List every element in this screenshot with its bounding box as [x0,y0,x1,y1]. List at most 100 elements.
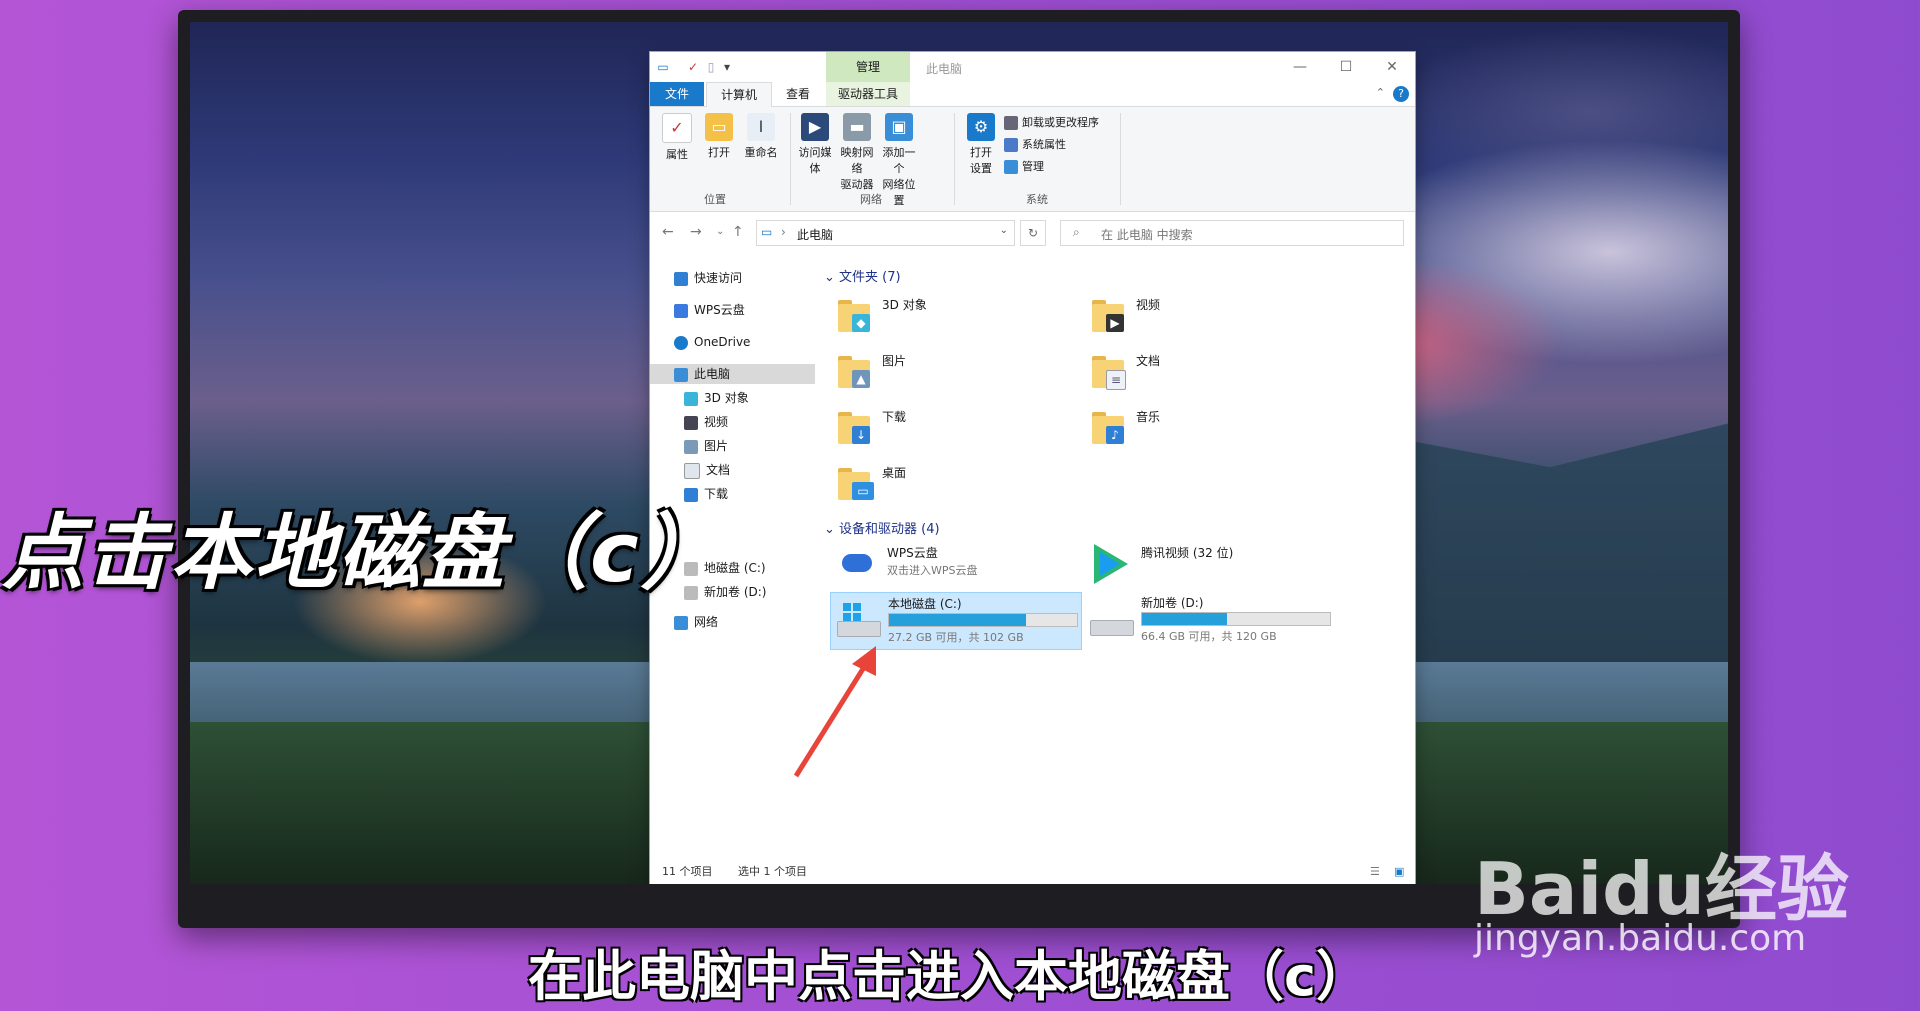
nav-item-wps-cloud[interactable]: WPS云盘 [674,300,745,320]
nav-item-this-pc[interactable]: 此电脑 [650,364,815,384]
open-settings-button[interactable]: ⚙ 打开 设置 [960,111,1002,177]
folder-label: 3D 对象 [882,298,927,312]
content-pane: ⌄ 文件夹 (7) ◆ 3D 对象 ▶ 视频 ▲ 图片 ≡ 文档 ↓ 下载 ♪ … [820,262,1415,852]
folder-label: 音乐 [1136,410,1161,424]
folder-documents[interactable]: ≡ 文档 [1084,348,1274,392]
folder-pictures[interactable]: ▲ 图片 [830,348,1020,392]
system-properties-button[interactable]: 系统属性 [1004,135,1066,155]
up-icon[interactable]: ↑ [732,224,744,240]
picture-folder-icon: ▲ [834,350,874,390]
folder-3d-objects[interactable]: ◆ 3D 对象 [830,292,1020,336]
download-folder-icon: ↓ [834,406,874,446]
nav-item-onedrive[interactable]: OneDrive [674,332,750,352]
map-network-drive-button[interactable]: ▬ 映射网络 驱动器 [836,111,878,193]
video-title-overlay: 点击本地磁盘（c） [2,506,725,601]
tencent-video-icon [1090,542,1134,584]
collapse-ribbon-icon[interactable]: ⌃ [1376,86,1385,99]
nav-label: 此电脑 [694,367,731,381]
desktop-folder-icon: ▭ [834,462,874,502]
close-button[interactable]: ✕ [1372,56,1412,78]
device-sub: 27.2 GB 可用，共 102 GB [888,631,1024,644]
refresh-button[interactable]: ↻ [1020,220,1046,246]
annotation-arrow [793,646,876,778]
tab-view[interactable]: 查看 [772,82,824,106]
3d-object-folder-icon: ◆ [834,294,874,334]
open-button[interactable]: ▭ 打开 [698,111,740,161]
device-wps-cloud[interactable]: WPS云盘 双击进入WPS云盘 [830,542,1080,586]
map-drive-label-2: 驱动器 [840,178,874,191]
tab-computer[interactable]: 计算机 [706,82,772,108]
disk-usage-bar [888,613,1078,627]
add-location-label-2: 网络位置 [882,178,916,207]
properties-button[interactable]: ✓ 属性 [656,111,698,163]
nav-label: 快速访问 [694,271,743,285]
devices-group-header[interactable]: ⌄ 设备和驱动器 (4) [824,518,940,537]
address-dropdown-icon[interactable]: ⌄ [1000,225,1008,236]
address-field[interactable]: ▭ › 此电脑 ⌄ [756,220,1015,246]
nav-item-3d-objects[interactable]: 3D 对象 [684,388,749,408]
baidu-watermark-url: jingyan.baidu.com [1474,918,1807,959]
nav-item-videos[interactable]: 视频 [684,412,728,432]
folder-music[interactable]: ♪ 音乐 [1084,404,1274,448]
onedrive-icon [674,335,688,350]
device-new-volume-d[interactable]: 新加卷 (D:) 66.4 GB 可用，共 120 GB [1084,592,1334,648]
nav-item-pictures[interactable]: 图片 [684,436,728,456]
tab-file[interactable]: 文件 [650,82,704,106]
address-path: 此电脑 [797,228,834,242]
group-separator [954,113,955,205]
folders-group-header[interactable]: ⌄ 文件夹 (7) [824,266,901,285]
new-folder-quick-icon[interactable]: ▯ [704,60,718,74]
minimize-button[interactable]: — [1280,56,1320,78]
device-label: 腾讯视频 (32 位) [1141,546,1234,560]
properties-icon: ✓ [662,113,692,143]
chevron-down-icon: ⌄ [824,270,840,285]
add-network-location-button[interactable]: ▣ 添加一个 网络位置 [878,111,920,209]
network-icon [674,615,688,630]
help-icon[interactable]: ? [1393,86,1409,102]
nav-item-documents[interactable]: 文档 [684,460,730,480]
folder-downloads[interactable]: ↓ 下载 [830,404,1020,448]
rename-button[interactable]: I 重命名 [740,111,782,161]
folder-desktop[interactable]: ▭ 桌面 [830,460,1020,504]
quick-access-dropdown-icon[interactable]: ▾ [720,60,734,74]
search-input[interactable]: ⌕ 在 此电脑 中搜索 [1060,220,1404,246]
forward-icon[interactable]: → [690,224,702,240]
folder-videos[interactable]: ▶ 视频 [1084,292,1274,336]
disk-usage-bar [1141,612,1331,626]
manage-icon [1004,160,1018,174]
recent-dropdown-icon[interactable]: ⌄ [716,226,724,237]
context-tab-manage[interactable]: 管理 [826,52,910,82]
tab-drive-tools[interactable]: 驱动器工具 [826,82,910,106]
nav-label: 网络 [694,615,719,629]
desktop-wallpaper: ▭ ✓ ▯ ▾ 管理 此电脑 — ☐ ✕ 文件 计算机 查看 驱动器工具 ⌃ ?… [190,22,1728,884]
video-subtitle: 在此电脑中点击进入本地磁盘（c） [528,945,1371,1008]
rename-icon: I [747,113,775,141]
uninstall-label: 卸载或更改程序 [1022,116,1099,129]
window-title: 此电脑 [926,62,963,76]
ribbon-tabs: 文件 计算机 查看 驱动器工具 ⌃ ? [650,82,1415,108]
device-tencent-video[interactable]: 腾讯视频 (32 位) [1084,542,1334,586]
folder-label: 文档 [1136,354,1161,368]
nav-item-quick-access[interactable]: 快速访问 [674,268,742,288]
open-folder-icon: ▭ [705,113,733,141]
properties-label: 属性 [666,148,688,161]
nav-label: 视频 [704,415,729,429]
disk-usage-fill [889,614,1027,626]
properties-quick-icon[interactable]: ✓ [686,60,700,74]
system-properties-icon [1004,138,1018,152]
drive-icon [1090,602,1134,638]
nav-item-network[interactable]: 网络 [674,612,718,632]
back-icon[interactable]: ← [662,224,674,240]
large-icons-view-icon[interactable]: ▣ [1394,860,1404,884]
section-title: 文件夹 (7) [839,270,901,285]
device-sub: 66.4 GB 可用，共 120 GB [1141,630,1277,643]
star-icon [674,271,688,286]
access-media-button[interactable]: ▶ 访问媒体 [794,111,836,177]
3d-icon [684,391,698,406]
manage-button[interactable]: 管理 [1004,157,1044,177]
uninstall-programs-button[interactable]: 卸载或更改程序 [1004,113,1099,133]
details-view-icon[interactable]: ☰ [1370,860,1380,884]
maximize-button[interactable]: ☐ [1326,56,1366,78]
chevron-down-icon: ⌄ [824,522,840,537]
system-properties-label: 系统属性 [1022,138,1066,151]
